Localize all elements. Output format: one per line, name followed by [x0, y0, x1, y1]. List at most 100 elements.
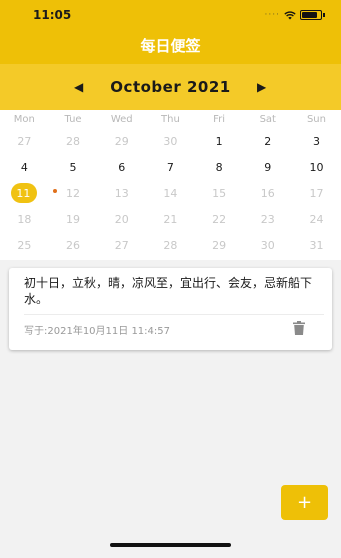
weekday-label: Thu [161, 114, 180, 125]
calendar-day-number: 27 [17, 134, 32, 148]
calendar-day[interactable]: 16 [243, 180, 292, 206]
status-time: 11:05 [33, 8, 72, 22]
calendar-day-number: 2 [264, 134, 272, 148]
calendar-day-number: 9 [264, 160, 272, 174]
next-month-icon[interactable]: ▶ [257, 80, 266, 94]
calendar-day-number: 11 [16, 186, 31, 200]
calendar-day[interactable]: 6 [97, 154, 146, 180]
calendar-day[interactable]: 8 [195, 154, 244, 180]
calendar-day-number: 29 [212, 238, 227, 252]
calendar-day[interactable]: 23 [243, 206, 292, 232]
calendar-day[interactable]: 2 [243, 128, 292, 154]
weekday-label: Sat [259, 114, 276, 125]
calendar-day[interactable]: 21 [146, 206, 195, 232]
calendar-day[interactable]: 18 [0, 206, 49, 232]
calendar-week: 11 12 13 14 15 16 17 [0, 180, 341, 206]
calendar-day-number: 7 [166, 160, 174, 174]
calendar-week: 25 26 27 28 29 30 31 [0, 232, 341, 258]
calendar-day-number: 3 [312, 134, 320, 148]
calendar-day-number: 8 [215, 160, 223, 174]
calendar-day-number: 28 [163, 238, 178, 252]
calendar-day[interactable]: 29 [97, 128, 146, 154]
calendar-day[interactable]: 26 [49, 232, 98, 258]
calendar-day[interactable]: 28 [49, 128, 98, 154]
calendar-day-number: 4 [20, 160, 28, 174]
calendar-day-number: 12 [66, 186, 81, 200]
trash-icon[interactable] [292, 321, 306, 335]
calendar-grid: Mon Tue Wed Thu Fri Sat Sun 27 28 29 30 1 2 3 4… [0, 110, 341, 260]
calendar-week: 27 28 29 30 1 2 3 [0, 128, 341, 154]
calendar-day-number: 18 [17, 212, 32, 226]
calendar-day-number: 23 [260, 212, 275, 226]
calendar-day-number: 19 [66, 212, 81, 226]
calendar-day[interactable]: 29 [195, 232, 244, 258]
month-title: October 2021 [110, 78, 231, 96]
calendar-day[interactable]: 7 [146, 154, 195, 180]
prev-month-icon[interactable]: ◀ [74, 80, 83, 94]
calendar-day[interactable]: 22 [195, 206, 244, 232]
calendar-day[interactable]: 30 [146, 128, 195, 154]
calendar-day-number: 30 [163, 134, 178, 148]
calendar-day[interactable]: 3 [292, 128, 341, 154]
signal-dots-icon: ···· [264, 10, 280, 20]
calendar-day[interactable]: 27 [0, 128, 49, 154]
calendar-day[interactable]: 14 [146, 180, 195, 206]
calendar-day[interactable]: 31 [292, 232, 341, 258]
calendar-day[interactable]: 30 [243, 232, 292, 258]
calendar-day[interactable]: 19 [49, 206, 98, 232]
nav-bar: 每日便签 [0, 26, 341, 64]
calendar-day-number: 31 [309, 238, 324, 252]
calendar-day[interactable]: 12 [49, 180, 98, 206]
month-header: ◀ October 2021 ▶ [0, 64, 341, 110]
home-indicator [110, 543, 231, 547]
note-divider [24, 314, 324, 315]
note-text: 初十日，立秋，晴，凉风至，宜出行、会友，忌新船下水。 [24, 276, 313, 306]
add-note-button[interactable]: + [281, 485, 328, 520]
calendar-day[interactable]: 9 [243, 154, 292, 180]
calendar-day-number: 14 [163, 186, 178, 200]
calendar-day-number: 30 [260, 238, 275, 252]
calendar-week: 4 5 6 7 8 9 10 [0, 154, 341, 180]
calendar-day[interactable]: 27 [97, 232, 146, 258]
calendar-day-number: 26 [66, 238, 81, 252]
calendar-week: 18 19 20 21 22 23 24 [0, 206, 341, 232]
calendar-day[interactable]: 1 [195, 128, 244, 154]
page-title: 每日便签 [140, 36, 201, 55]
calendar-day-number: 22 [212, 212, 227, 226]
calendar-day-number: 16 [260, 186, 275, 200]
status-bar: 11:05 ···· [0, 0, 341, 26]
calendar-day-selected[interactable]: 11 [0, 180, 57, 206]
calendar-day-number: 1 [215, 134, 223, 148]
calendar-day[interactable]: 10 [292, 154, 341, 180]
calendar-day[interactable]: 28 [146, 232, 195, 258]
status-icons: ···· [265, 10, 325, 20]
note-card[interactable]: 初十日，立秋，晴，凉风至，宜出行、会友，忌新船下水。 写于:2021年10月11… [9, 268, 332, 350]
calendar-day[interactable]: 24 [292, 206, 341, 232]
calendar-day[interactable]: 17 [292, 180, 341, 206]
weekday-label: Sun [306, 114, 326, 125]
weekday-label: Wed [110, 114, 133, 125]
note-timestamp: 写于:2021年10月11日 11:4:57 [24, 326, 170, 337]
calendar-day[interactable]: 4 [0, 154, 49, 180]
calendar-day-number: 15 [212, 186, 227, 200]
calendar-day[interactable]: 20 [97, 206, 146, 232]
weekday-row: Mon Tue Wed Thu Fri Sat Sun [0, 114, 341, 128]
calendar-day[interactable]: 5 [49, 154, 98, 180]
battery-tip [323, 13, 325, 17]
calendar-day-number: 17 [309, 186, 324, 200]
wifi-icon [284, 10, 296, 19]
calendar-day-number: 24 [309, 212, 324, 226]
calendar-day-number: 20 [114, 212, 129, 226]
calendar-day[interactable]: 25 [0, 232, 49, 258]
calendar-day-number: 10 [309, 160, 324, 174]
calendar-day-number: 13 [114, 186, 129, 200]
calendar-day-number: 29 [114, 134, 129, 148]
calendar-day-number: 27 [114, 238, 129, 252]
calendar-day[interactable]: 15 [195, 180, 244, 206]
calendar-day-number: 28 [66, 134, 81, 148]
calendar-day[interactable]: 13 [97, 180, 146, 206]
weekday-label: Tue [64, 114, 82, 125]
calendar-day-number: 21 [163, 212, 178, 226]
calendar-day-number: 25 [17, 238, 32, 252]
calendar-day-number: 5 [69, 160, 77, 174]
